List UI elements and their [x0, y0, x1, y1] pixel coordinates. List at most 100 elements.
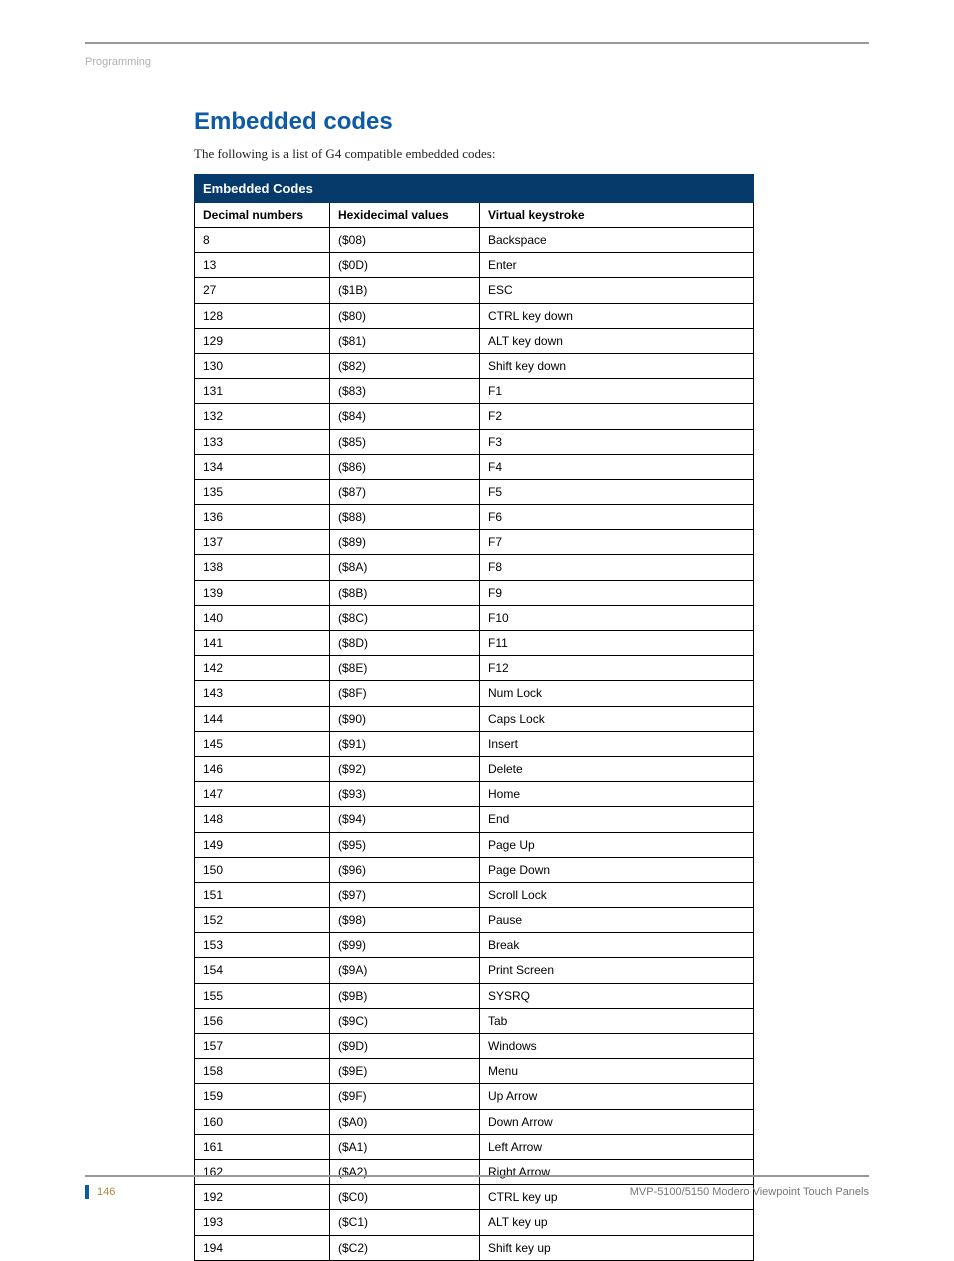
table-row: 129($81)ALT key down: [195, 328, 754, 353]
table-title: Embedded Codes: [195, 175, 754, 203]
table-row: 133($85)F3: [195, 429, 754, 454]
cell-decimal: 147: [195, 782, 330, 807]
cell-decimal: 132: [195, 404, 330, 429]
cell-decimal: 130: [195, 353, 330, 378]
cell-decimal: 146: [195, 756, 330, 781]
cell-hex: ($1B): [330, 278, 480, 303]
cell-decimal: 134: [195, 454, 330, 479]
cell-decimal: 141: [195, 631, 330, 656]
cell-keystroke: F5: [480, 479, 754, 504]
col-head-hex: Hexidecimal values: [330, 203, 480, 228]
section-intro: The following is a list of G4 compatible…: [194, 146, 754, 162]
table-row: 193($C1)ALT key up: [195, 1210, 754, 1235]
cell-hex: ($88): [330, 505, 480, 530]
table-row: 150($96)Page Down: [195, 857, 754, 882]
cell-keystroke: Enter: [480, 253, 754, 278]
cell-decimal: 140: [195, 605, 330, 630]
cell-decimal: 156: [195, 1008, 330, 1033]
cell-hex: ($8B): [330, 580, 480, 605]
cell-decimal: 153: [195, 933, 330, 958]
cell-keystroke: F10: [480, 605, 754, 630]
cell-hex: ($0D): [330, 253, 480, 278]
table-row: 131($83)F1: [195, 379, 754, 404]
cell-hex: ($96): [330, 857, 480, 882]
footer-accent: [85, 1185, 89, 1199]
cell-decimal: 131: [195, 379, 330, 404]
cell-keystroke: F4: [480, 454, 754, 479]
cell-decimal: 128: [195, 303, 330, 328]
cell-decimal: 145: [195, 731, 330, 756]
cell-hex: ($C2): [330, 1235, 480, 1260]
table-row: 152($98)Pause: [195, 908, 754, 933]
table-row: 153($99)Break: [195, 933, 754, 958]
cell-keystroke: Menu: [480, 1059, 754, 1084]
cell-decimal: 159: [195, 1084, 330, 1109]
col-head-decimal: Decimal numbers: [195, 203, 330, 228]
table-row: 8($08)Backspace: [195, 228, 754, 253]
cell-hex: ($8E): [330, 656, 480, 681]
cell-hex: ($9D): [330, 1034, 480, 1059]
cell-hex: ($90): [330, 706, 480, 731]
cell-decimal: 155: [195, 983, 330, 1008]
cell-hex: ($8D): [330, 631, 480, 656]
cell-decimal: 8: [195, 228, 330, 253]
cell-hex: ($92): [330, 756, 480, 781]
footer-rule: [85, 1175, 869, 1177]
cell-decimal: 151: [195, 882, 330, 907]
cell-hex: ($8F): [330, 681, 480, 706]
cell-decimal: 13: [195, 253, 330, 278]
cell-hex: ($8A): [330, 555, 480, 580]
cell-decimal: 138: [195, 555, 330, 580]
cell-keystroke: End: [480, 807, 754, 832]
cell-decimal: 149: [195, 832, 330, 857]
cell-decimal: 161: [195, 1134, 330, 1159]
cell-decimal: 133: [195, 429, 330, 454]
table-row: 138($8A)F8: [195, 555, 754, 580]
table-row: 134($86)F4: [195, 454, 754, 479]
cell-decimal: 148: [195, 807, 330, 832]
footer-doc-title: MVP-5100/5150 Modero Viewpoint Touch Pan…: [630, 1186, 869, 1198]
cell-keystroke: F1: [480, 379, 754, 404]
top-rule: [85, 42, 869, 44]
cell-hex: ($08): [330, 228, 480, 253]
cell-decimal: 137: [195, 530, 330, 555]
cell-hex: ($81): [330, 328, 480, 353]
cell-keystroke: F11: [480, 631, 754, 656]
table-row: 146($92)Delete: [195, 756, 754, 781]
cell-keystroke: Home: [480, 782, 754, 807]
footer: 146 MVP-5100/5150 Modero Viewpoint Touch…: [85, 1175, 869, 1199]
cell-keystroke: Down Arrow: [480, 1109, 754, 1134]
cell-keystroke: ALT key down: [480, 328, 754, 353]
cell-hex: ($93): [330, 782, 480, 807]
footer-page-number: 146: [97, 1186, 115, 1198]
table-row: 128($80)CTRL key down: [195, 303, 754, 328]
cell-keystroke: Delete: [480, 756, 754, 781]
footer-page: 146: [85, 1185, 115, 1199]
cell-keystroke: SYSRQ: [480, 983, 754, 1008]
table-row: 157($9D)Windows: [195, 1034, 754, 1059]
table-row: 155($9B)SYSRQ: [195, 983, 754, 1008]
cell-keystroke: Caps Lock: [480, 706, 754, 731]
cell-keystroke: Pause: [480, 908, 754, 933]
table-row: 142($8E)F12: [195, 656, 754, 681]
table-row: 151($97)Scroll Lock: [195, 882, 754, 907]
cell-decimal: 157: [195, 1034, 330, 1059]
cell-keystroke: F3: [480, 429, 754, 454]
cell-hex: ($94): [330, 807, 480, 832]
cell-hex: ($95): [330, 832, 480, 857]
cell-keystroke: F2: [480, 404, 754, 429]
table-row: 140($8C)F10: [195, 605, 754, 630]
cell-decimal: 193: [195, 1210, 330, 1235]
section-title: Embedded codes: [194, 108, 754, 136]
cell-keystroke: ESC: [480, 278, 754, 303]
cell-keystroke: Shift key up: [480, 1235, 754, 1260]
table-row: 149($95)Page Up: [195, 832, 754, 857]
table-row: 147($93)Home: [195, 782, 754, 807]
table-row: 130($82)Shift key down: [195, 353, 754, 378]
cell-decimal: 154: [195, 958, 330, 983]
cell-keystroke: CTRL key down: [480, 303, 754, 328]
cell-keystroke: Windows: [480, 1034, 754, 1059]
table-row: 148($94)End: [195, 807, 754, 832]
cell-hex: ($98): [330, 908, 480, 933]
table-row: 136($88)F6: [195, 505, 754, 530]
